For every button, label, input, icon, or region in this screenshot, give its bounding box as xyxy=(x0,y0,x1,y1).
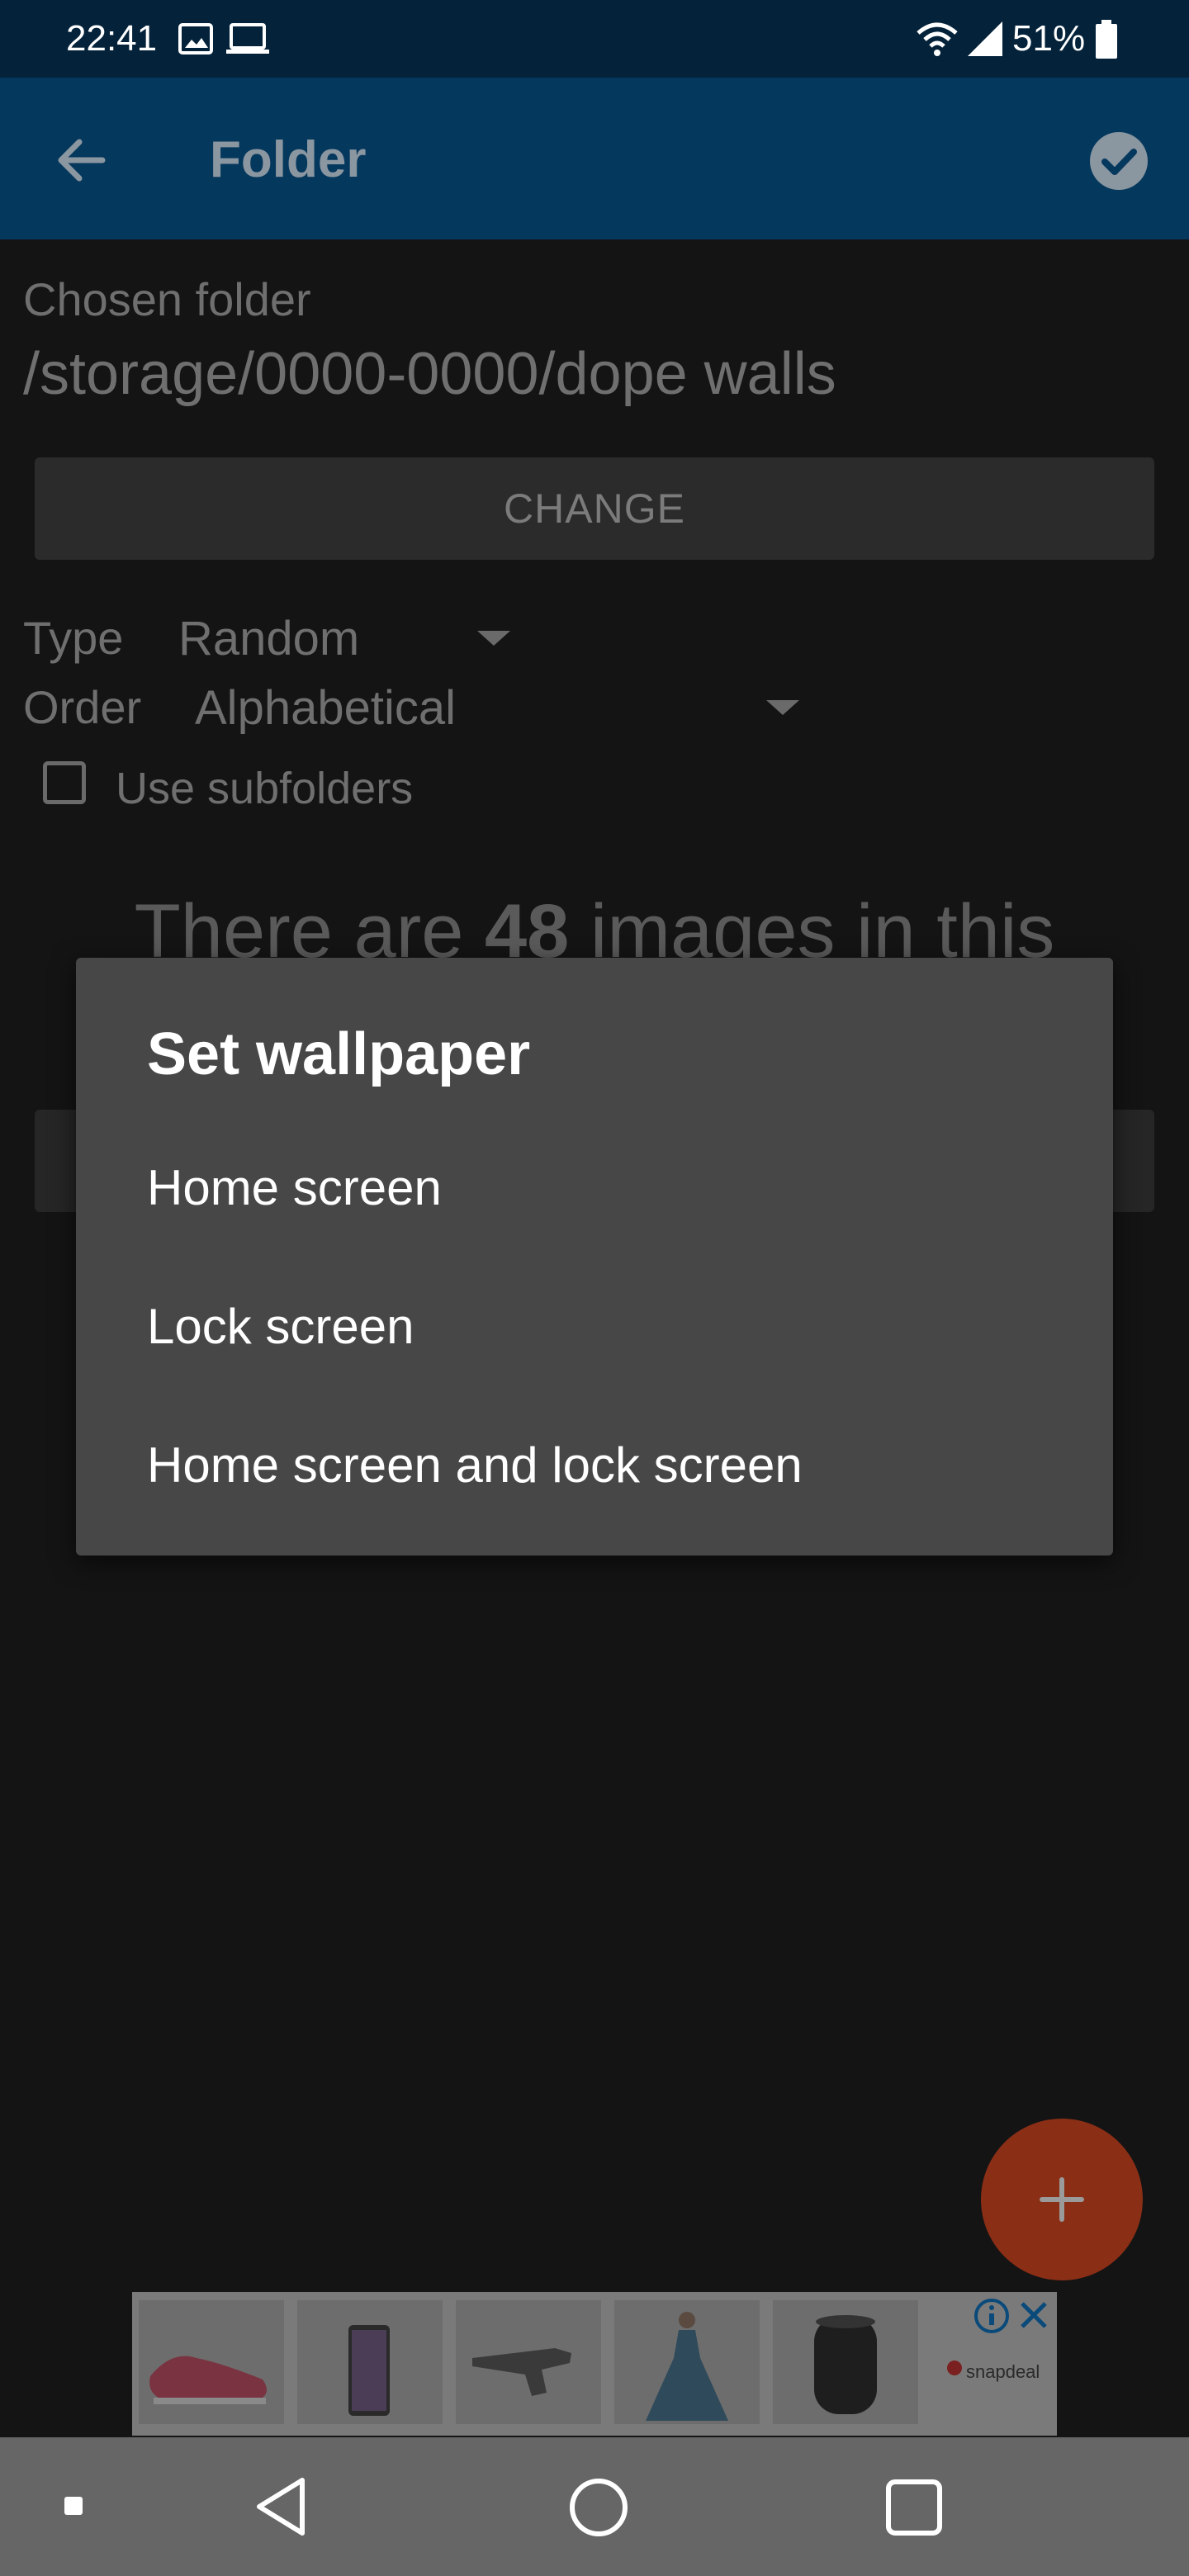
battery-icon xyxy=(1096,20,1117,59)
ad-banner[interactable]: snapdeal xyxy=(132,2292,1057,2436)
page-title: Folder xyxy=(210,131,367,188)
type-dropdown-caret-icon[interactable] xyxy=(477,631,510,646)
change-folder-button[interactable]: CHANGE xyxy=(35,457,1154,560)
wifi-icon xyxy=(917,22,958,56)
nav-back-icon[interactable] xyxy=(253,2475,310,2538)
ad-phone-image xyxy=(297,2300,443,2424)
app-bar xyxy=(0,78,1189,239)
back-arrow-icon[interactable] xyxy=(53,132,109,188)
chosen-folder-label: Chosen folder xyxy=(23,273,311,325)
dialog-title: Set wallpaper xyxy=(147,1021,531,1087)
option-lock-screen[interactable]: Lock screen xyxy=(147,1298,414,1355)
use-subfolders-checkbox[interactable] xyxy=(43,761,86,804)
ad-dress-image xyxy=(614,2300,760,2424)
status-time: 22:41 xyxy=(66,18,158,59)
option-home-screen[interactable]: Home screen xyxy=(147,1159,442,1216)
order-dropdown-caret-icon[interactable] xyxy=(766,700,799,715)
image-icon xyxy=(178,23,213,54)
type-label: Type xyxy=(23,612,124,664)
ad-shoe-image xyxy=(139,2300,284,2424)
battery-percent: 51% xyxy=(1012,18,1086,59)
navigation-bar xyxy=(0,2437,1189,2576)
order-dropdown[interactable]: Alphabetical xyxy=(195,680,456,736)
use-subfolders-label: Use subfolders xyxy=(116,764,414,813)
ad-brand-text: snapdeal xyxy=(966,2361,1040,2382)
add-fab-button[interactable] xyxy=(981,2119,1143,2280)
signal-icon xyxy=(968,21,1002,56)
ad-close-icon[interactable] xyxy=(1017,2299,1050,2332)
ad-speaker-image xyxy=(773,2300,918,2424)
dress-icon xyxy=(646,2312,728,2421)
ad-info-icon[interactable] xyxy=(973,2297,1011,2335)
notification-dot-icon xyxy=(64,2497,83,2515)
option-home-and-lock-screen[interactable]: Home screen and lock screen xyxy=(147,1437,803,1494)
order-label: Order xyxy=(23,681,142,733)
laptop-icon xyxy=(226,23,269,54)
phone-icon xyxy=(348,2325,390,2416)
ad-revolver-image xyxy=(456,2300,601,2424)
plus-icon xyxy=(1040,2177,1084,2222)
snapdeal-logo-icon xyxy=(947,2361,962,2375)
nav-home-icon[interactable] xyxy=(568,2477,629,2538)
speaker-icon xyxy=(814,2315,877,2414)
check-circle-icon[interactable] xyxy=(1088,130,1149,192)
revolver-icon xyxy=(472,2348,571,2396)
nav-recents-icon[interactable] xyxy=(885,2479,943,2536)
shoe-icon xyxy=(149,2356,267,2404)
type-dropdown[interactable]: Random xyxy=(178,611,359,666)
chosen-folder-path: /storage/0000-0000/dope walls xyxy=(23,341,836,407)
